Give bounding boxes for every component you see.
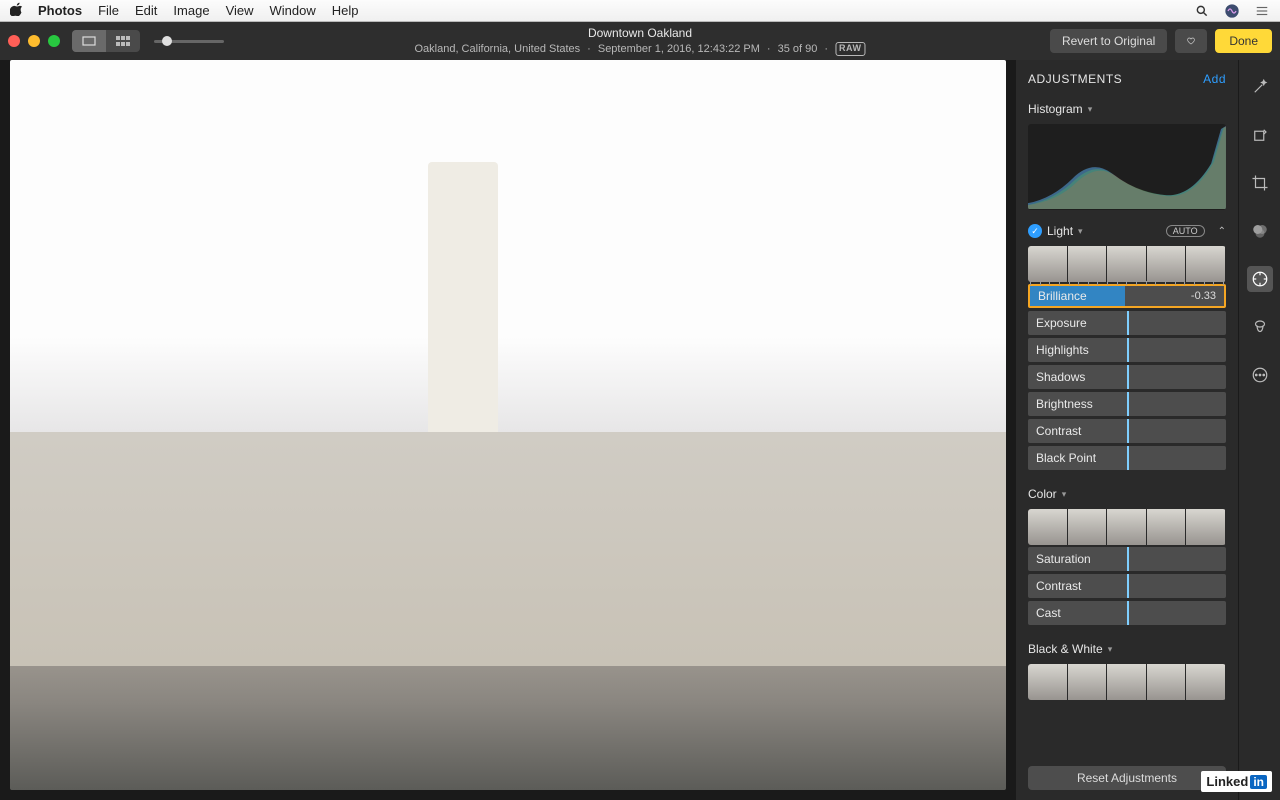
linkedin-in-box: in (1250, 775, 1267, 789)
color-contrast-label: Contrast (1036, 579, 1081, 593)
notification-center-icon[interactable] (1254, 3, 1270, 19)
app-name[interactable]: Photos (38, 3, 82, 18)
light-section-header[interactable]: ✓ Light ▾ AUTO ⌃ (1016, 218, 1238, 242)
menu-edit[interactable]: Edit (135, 3, 157, 18)
exposure-label: Exposure (1036, 316, 1087, 330)
spotlight-icon[interactable] (1194, 3, 1210, 19)
chevron-down-icon: ▾ (1078, 226, 1083, 237)
cast-slider[interactable]: Cast (1028, 601, 1226, 625)
highlights-label: Highlights (1036, 343, 1089, 357)
retouch-tool-icon[interactable] (1247, 314, 1273, 340)
brilliance-slider[interactable]: Brilliance -0.33 (1028, 284, 1226, 308)
linkedin-watermark: Linkedin (1201, 771, 1272, 792)
chevron-down-icon: ▾ (1062, 489, 1067, 500)
siri-icon[interactable] (1224, 3, 1240, 19)
photo-title-block: Downtown Oakland Oakland, California, Un… (414, 26, 865, 56)
menu-view[interactable]: View (226, 3, 254, 18)
adjustments-title: ADJUSTMENTS (1028, 72, 1122, 86)
linkedin-text: Linked (1206, 774, 1248, 789)
section-enabled-check-icon[interactable]: ✓ (1028, 224, 1042, 238)
brightness-label: Brightness (1036, 397, 1093, 411)
photo-canvas[interactable] (0, 60, 1016, 800)
saturation-label: Saturation (1036, 552, 1091, 566)
single-view-icon[interactable] (72, 30, 106, 52)
rotate-tool-icon[interactable] (1247, 122, 1273, 148)
window-traffic-lights[interactable] (8, 35, 60, 47)
menu-window[interactable]: Window (270, 3, 316, 18)
menu-image[interactable]: Image (173, 3, 209, 18)
zoom-slider[interactable] (154, 40, 224, 43)
color-contrast-slider[interactable]: Contrast (1028, 574, 1226, 598)
view-mode-segment[interactable] (72, 30, 140, 52)
histogram-header[interactable]: Histogram ▾ (1016, 96, 1238, 120)
fullscreen-window-icon[interactable] (48, 35, 60, 47)
highlights-slider[interactable]: Highlights (1028, 338, 1226, 362)
done-button[interactable]: Done (1215, 29, 1272, 53)
menu-file[interactable]: File (98, 3, 119, 18)
color-label: Color (1028, 487, 1057, 501)
add-adjustment-button[interactable]: Add (1203, 72, 1226, 86)
brightness-slider[interactable]: Brightness (1028, 392, 1226, 416)
brilliance-label: Brilliance (1038, 289, 1087, 303)
saturation-slider[interactable]: Saturation (1028, 547, 1226, 571)
photo-counter: 35 of 90 (778, 42, 818, 56)
photo-location: Oakland, California, United States (414, 42, 580, 56)
bw-section-header[interactable]: Black & White ▾ (1016, 636, 1238, 660)
chevron-down-icon: ▾ (1088, 104, 1093, 115)
magic-wand-tool-icon[interactable] (1247, 74, 1273, 100)
more-tool-icon[interactable] (1247, 362, 1273, 388)
adjustments-sidebar: ADJUSTMENTS Add Histogram ▾ ✓ Light ▾ AU… (1016, 60, 1238, 800)
reset-adjustments-button[interactable]: Reset Adjustments (1028, 766, 1226, 790)
light-auto-button[interactable]: AUTO (1166, 225, 1205, 237)
histogram-chart (1028, 124, 1226, 210)
chevron-down-icon: ▾ (1108, 644, 1113, 655)
brilliance-value: -0.33 (1191, 290, 1216, 302)
exposure-slider[interactable]: Exposure (1028, 311, 1226, 335)
cast-label: Cast (1036, 606, 1061, 620)
shadows-label: Shadows (1036, 370, 1085, 384)
contrast-label: Contrast (1036, 424, 1081, 438)
black-point-slider[interactable]: Black Point (1028, 446, 1226, 470)
light-label: Light (1047, 224, 1073, 238)
bw-preview-strip[interactable] (1028, 664, 1226, 700)
filters-tool-icon[interactable] (1247, 218, 1273, 244)
close-window-icon[interactable] (8, 35, 20, 47)
raw-badge: RAW (835, 42, 866, 56)
favorite-button[interactable] (1175, 29, 1207, 53)
black-point-label: Black Point (1036, 451, 1096, 465)
revert-button[interactable]: Revert to Original (1050, 29, 1167, 53)
bw-label: Black & White (1028, 642, 1103, 656)
edit-tool-rail (1238, 60, 1280, 800)
histogram-label: Histogram (1028, 102, 1083, 116)
crop-tool-icon[interactable] (1247, 170, 1273, 196)
shadows-slider[interactable]: Shadows (1028, 365, 1226, 389)
apple-menu-icon[interactable] (10, 2, 24, 19)
photo-image (10, 60, 1006, 790)
color-section-header[interactable]: Color ▾ (1016, 481, 1238, 505)
system-menubar: Photos File Edit Image View Window Help (0, 0, 1280, 22)
minimize-window-icon[interactable] (28, 35, 40, 47)
adjust-tool-icon[interactable] (1247, 266, 1273, 292)
photo-date: September 1, 2016, 12:43:22 PM (598, 42, 760, 56)
grid-view-icon[interactable] (106, 30, 140, 52)
zoom-knob[interactable] (162, 36, 172, 46)
light-preview-strip[interactable] (1028, 246, 1226, 282)
collapse-icon[interactable]: ⌃ (1218, 226, 1226, 237)
menu-help[interactable]: Help (332, 3, 359, 18)
window-toolbar: Downtown Oakland Oakland, California, Un… (0, 22, 1280, 60)
color-preview-strip[interactable] (1028, 509, 1226, 545)
photo-title: Downtown Oakland (414, 26, 865, 42)
contrast-slider[interactable]: Contrast (1028, 419, 1226, 443)
